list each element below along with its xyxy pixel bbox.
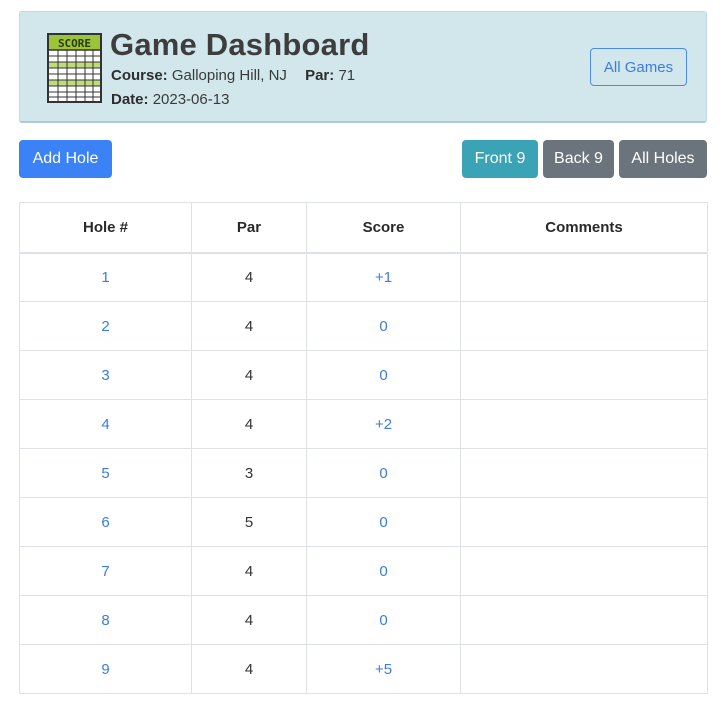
table-row: 8 4 0 — [19, 595, 708, 645]
par-label: Par: — [305, 67, 335, 84]
comments-cell — [460, 595, 708, 645]
par-cell: 4 — [191, 399, 307, 449]
add-hole-button[interactable]: Add Hole — [19, 140, 112, 178]
score-link[interactable]: +1 — [306, 252, 461, 302]
column-header-score: Score — [306, 202, 461, 254]
front-9-button[interactable]: Front 9 — [462, 140, 538, 178]
all-games-button[interactable]: All Games — [590, 48, 687, 86]
hole-number-link[interactable]: 9 — [19, 644, 192, 694]
column-header-par: Par — [191, 202, 307, 254]
comments-cell — [460, 301, 708, 351]
score-link[interactable]: 0 — [306, 546, 461, 596]
hole-number-link[interactable]: 8 — [19, 595, 192, 645]
hole-number-link[interactable]: 1 — [19, 252, 192, 302]
hole-number-link[interactable]: 6 — [19, 497, 192, 547]
score-link[interactable]: 0 — [306, 448, 461, 498]
par-cell: 4 — [191, 350, 307, 400]
score-link[interactable]: 0 — [306, 497, 461, 547]
course-par-line: Course: Galloping Hill, NJ Par: 71 — [111, 67, 355, 84]
par-cell: 4 — [191, 644, 307, 694]
column-header-hole: Hole # — [19, 202, 192, 254]
comments-cell — [460, 252, 708, 302]
table-row: 7 4 0 — [19, 546, 708, 596]
comments-cell — [460, 399, 708, 449]
hole-number-link[interactable]: 2 — [19, 301, 192, 351]
scorecard-icon-text: SCORE — [58, 37, 91, 50]
column-header-comments: Comments — [460, 202, 708, 254]
par-group: Par: 71 — [305, 67, 355, 84]
game-header-card: SCORE Game Dashboard Course: Galloping H… — [19, 11, 707, 123]
comments-cell — [460, 644, 708, 694]
score-link[interactable]: 0 — [306, 350, 461, 400]
comments-cell — [460, 448, 708, 498]
par-cell: 5 — [191, 497, 307, 547]
comments-cell — [460, 546, 708, 596]
hole-number-link[interactable]: 3 — [19, 350, 192, 400]
score-link[interactable]: 0 — [306, 595, 461, 645]
date-value: 2023-06-13 — [152, 91, 230, 108]
score-link[interactable]: +5 — [306, 644, 461, 694]
page-title: Game Dashboard — [110, 27, 370, 62]
holes-table-container: Hole # Par Score Comments 1 4 +1 2 4 0 3… — [19, 202, 708, 694]
back-9-button[interactable]: Back 9 — [543, 140, 614, 178]
hole-number-link[interactable]: 4 — [19, 399, 192, 449]
par-cell: 3 — [191, 448, 307, 498]
all-holes-button[interactable]: All Holes — [619, 140, 707, 178]
table-row: 2 4 0 — [19, 301, 708, 351]
par-cell: 4 — [191, 252, 307, 302]
comments-cell — [460, 497, 708, 547]
table-row: 3 4 0 — [19, 350, 708, 400]
comments-cell — [460, 350, 708, 400]
table-row: 6 5 0 — [19, 497, 708, 547]
table-row: 4 4 +2 — [19, 399, 708, 449]
date-label: Date: — [111, 91, 149, 108]
par-cell: 4 — [191, 546, 307, 596]
hole-number-link[interactable]: 5 — [19, 448, 192, 498]
date-line: Date: 2023-06-13 — [111, 91, 229, 108]
course-value: Galloping Hill, NJ — [171, 67, 287, 84]
holes-table: Hole # Par Score Comments 1 4 +1 2 4 0 3… — [19, 202, 708, 694]
table-row: 9 4 +5 — [19, 644, 708, 694]
table-row: 5 3 0 — [19, 448, 708, 498]
par-cell: 4 — [191, 301, 307, 351]
table-header-row: Hole # Par Score Comments — [19, 202, 708, 254]
hole-number-link[interactable]: 7 — [19, 546, 192, 596]
score-link[interactable]: +2 — [306, 399, 461, 449]
par-cell: 4 — [191, 595, 307, 645]
course-label: Course: — [111, 67, 168, 84]
par-value: 71 — [338, 67, 356, 84]
scorecard-icon: SCORE — [47, 33, 102, 103]
score-link[interactable]: 0 — [306, 301, 461, 351]
table-row: 1 4 +1 — [19, 252, 708, 302]
